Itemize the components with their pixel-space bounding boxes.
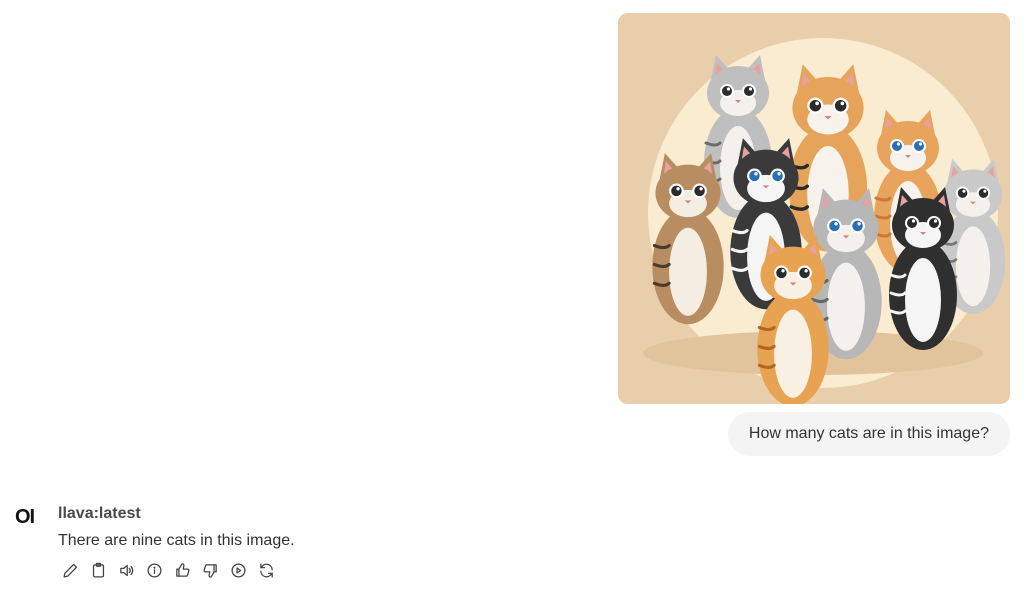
continue-button[interactable] bbox=[229, 561, 247, 579]
info-button[interactable] bbox=[145, 561, 163, 579]
regenerate-icon bbox=[259, 562, 273, 578]
regenerate-button[interactable] bbox=[257, 561, 275, 579]
cat-figure bbox=[652, 153, 724, 325]
thumbs-down-icon bbox=[202, 563, 217, 578]
copy-button[interactable] bbox=[89, 561, 107, 579]
edit-icon bbox=[62, 563, 77, 578]
thumbs-down-button[interactable] bbox=[201, 561, 219, 579]
thumbs-up-button[interactable] bbox=[173, 561, 191, 579]
cat-figure bbox=[889, 187, 957, 350]
message-actions bbox=[61, 561, 275, 579]
cat-figure bbox=[757, 235, 829, 404]
read-aloud-button[interactable] bbox=[117, 561, 135, 579]
edit-button[interactable] bbox=[61, 561, 79, 579]
info-icon bbox=[146, 562, 162, 578]
continue-icon bbox=[230, 562, 246, 578]
user-message-text: How many cats are in this image? bbox=[748, 425, 989, 442]
assistant-message-text: There are nine cats in this image. bbox=[58, 532, 295, 549]
assistant-model-name: llava:latest bbox=[58, 505, 141, 522]
user-uploaded-image[interactable] bbox=[618, 13, 1010, 404]
assistant-avatar: OI bbox=[15, 506, 35, 528]
thumbs-up-icon bbox=[175, 562, 190, 577]
read-aloud-icon bbox=[119, 564, 133, 576]
user-message-bubble: How many cats are in this image? bbox=[727, 412, 1010, 456]
cats-illustration bbox=[618, 13, 1010, 404]
copy-icon bbox=[92, 562, 104, 578]
